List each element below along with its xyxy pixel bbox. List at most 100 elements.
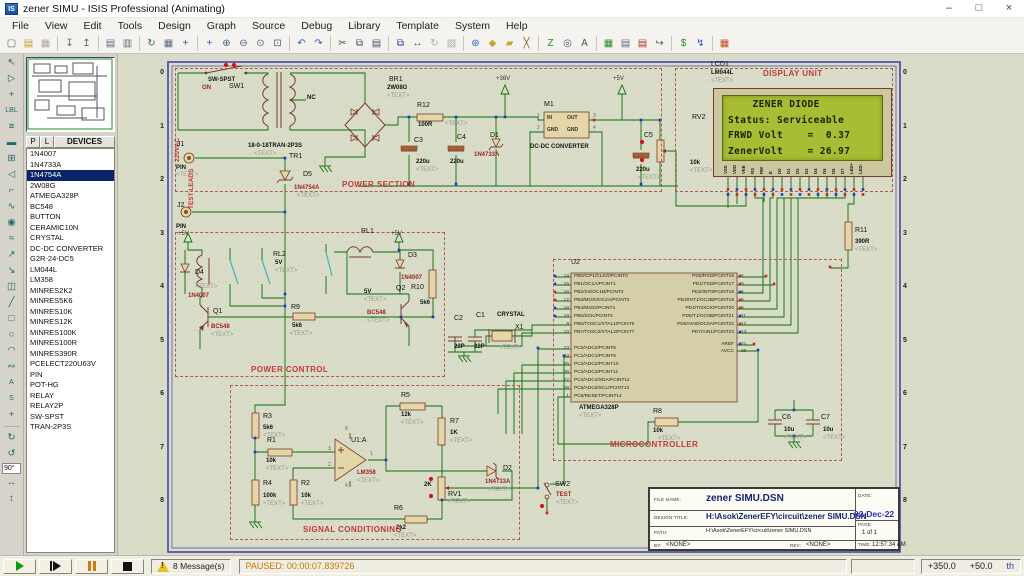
block-move-icon[interactable]: ↔ (410, 35, 426, 51)
step-button[interactable] (39, 559, 72, 574)
zoom-area-icon[interactable]: ⊡ (270, 35, 286, 51)
2d-text-icon[interactable]: A (3, 376, 21, 390)
wire-label-icon[interactable]: LBL (3, 104, 21, 118)
text-script-icon[interactable]: ≡ (3, 120, 21, 134)
new-file-icon[interactable]: ▢ (4, 35, 20, 51)
cut-icon[interactable]: ✂ (335, 35, 351, 51)
device-item[interactable]: SW-SPST (27, 412, 114, 423)
pick-devices-button[interactable]: P (26, 136, 40, 148)
undo-icon[interactable]: ↶ (294, 35, 310, 51)
device-pin-icon[interactable]: ⌐ (3, 184, 21, 198)
rotation-angle-field[interactable]: 90° (2, 463, 21, 474)
block-delete-icon[interactable]: ▨ (444, 35, 460, 51)
device-item[interactable]: MINRES2K2 (27, 286, 114, 297)
block-copy-icon[interactable]: ⧉ (393, 35, 409, 51)
decompose-icon[interactable]: ╳ (519, 35, 535, 51)
2d-arc-icon[interactable]: ◠ (3, 344, 21, 358)
generator-mode-icon[interactable]: ≈ (3, 232, 21, 246)
terminal-mode-icon[interactable]: ◁ (3, 168, 21, 182)
save-file-icon[interactable]: ▦ (38, 35, 54, 51)
device-item[interactable]: CRYSTAL (27, 233, 114, 244)
netlist-to-ares-icon[interactable]: ▦ (717, 35, 733, 51)
device-item[interactable]: MINRES10K (27, 307, 114, 318)
design-explorer-icon[interactable]: ▦ (601, 35, 617, 51)
library-manager-button[interactable]: L (40, 136, 54, 148)
wire-autorouter-icon[interactable]: Z (543, 35, 559, 51)
overview-pane[interactable] (26, 57, 115, 132)
toggle-grid-icon[interactable]: ▦ (161, 35, 177, 51)
device-item[interactable]: MINRES100K (27, 328, 114, 339)
menu-view[interactable]: View (37, 20, 76, 32)
2d-box-icon[interactable]: □ (3, 312, 21, 326)
menu-tools[interactable]: Tools (110, 20, 151, 32)
component-mode-icon[interactable]: ▷ (3, 72, 21, 86)
bus-mode-icon[interactable]: ▬ (3, 136, 21, 150)
device-item[interactable]: PCELECT220U63V (27, 359, 114, 370)
redo-icon[interactable]: ↷ (311, 35, 327, 51)
device-item[interactable]: MINRES12K (27, 317, 114, 328)
menu-file[interactable]: File (4, 20, 37, 32)
play-button[interactable] (3, 559, 36, 574)
subcircuit-icon[interactable]: ⊞ (3, 152, 21, 166)
menu-help[interactable]: Help (498, 20, 536, 32)
device-item[interactable]: LM358 (27, 275, 114, 286)
voltage-probe-icon[interactable]: ↗ (3, 248, 21, 262)
stop-button[interactable] (111, 559, 144, 574)
bill-of-materials-icon[interactable]: $ (676, 35, 692, 51)
device-item[interactable]: MINRES100R (27, 338, 114, 349)
schematic-canvas[interactable]: ZENER DIODEStatus: ServiceableFRWD Volt … (118, 54, 1024, 555)
menu-library[interactable]: Library (340, 20, 388, 32)
selection-tool-icon[interactable]: ↖ (3, 56, 21, 70)
menu-template[interactable]: Template (388, 20, 447, 32)
menu-debug[interactable]: Debug (293, 20, 340, 32)
lcd-display[interactable]: ZENER DIODEStatus: ServiceableFRWD Volt … (713, 88, 892, 177)
export-section-icon[interactable]: ↥ (79, 35, 95, 51)
rotate-anticlockwise-icon[interactable]: ↺ (3, 447, 21, 461)
maximize-icon[interactable]: □ (964, 0, 994, 17)
device-item[interactable]: 2W08G (27, 181, 114, 192)
2d-line-icon[interactable]: ╱ (3, 296, 21, 310)
device-item[interactable]: RELAY2P (27, 401, 114, 412)
device-item[interactable]: ATMEGA328P (27, 191, 114, 202)
copy-icon[interactable]: ⧉ (352, 35, 368, 51)
block-rotate-icon[interactable]: ↻ (427, 35, 443, 51)
device-item[interactable]: RELAY (27, 391, 114, 402)
close-icon[interactable]: × (994, 0, 1024, 17)
junction-dot-icon[interactable]: + (3, 88, 21, 102)
device-item[interactable]: MINRES5K6 (27, 296, 114, 307)
flip-vertical-icon[interactable]: ↕ (3, 492, 21, 506)
flip-horizontal-icon[interactable]: ↔ (3, 476, 21, 490)
virtual-instrument-icon[interactable]: ◫ (3, 280, 21, 294)
menu-graph[interactable]: Graph (199, 20, 244, 32)
search-tags-icon[interactable]: ◎ (560, 35, 576, 51)
message-indicator[interactable]: ! 8 Message(s) (151, 559, 231, 574)
pan-icon[interactable]: + (202, 35, 218, 51)
device-item[interactable]: BC548 (27, 202, 114, 213)
device-item[interactable]: CERAMIC10N (27, 223, 114, 234)
open-folder-icon[interactable]: ▤ (21, 35, 37, 51)
rotate-clockwise-icon[interactable]: ↻ (3, 431, 21, 445)
redraw-icon[interactable]: ↻ (144, 35, 160, 51)
device-item[interactable]: PIN (27, 370, 114, 381)
zoom-all-icon[interactable]: ⊙ (253, 35, 269, 51)
device-item[interactable]: G2R-24-DC5 (27, 254, 114, 265)
make-device-icon[interactable]: ◆ (485, 35, 501, 51)
2d-symbol-icon[interactable]: S (3, 392, 21, 406)
minimize-icon[interactable]: – (934, 0, 964, 17)
device-item[interactable]: POT-HG (27, 380, 114, 391)
tape-recorder-icon[interactable]: ◉ (3, 216, 21, 230)
origin-icon[interactable]: + (178, 35, 194, 51)
menu-system[interactable]: System (447, 20, 498, 32)
print-icon[interactable]: ▤ (103, 35, 119, 51)
device-item[interactable]: LM044L (27, 265, 114, 276)
packaging-tool-icon[interactable]: ▰ (502, 35, 518, 51)
menu-source[interactable]: Source (244, 20, 293, 32)
2d-path-icon[interactable]: ∾ (3, 360, 21, 374)
new-sheet-icon[interactable]: ▤ (618, 35, 634, 51)
remove-sheet-icon[interactable]: ▤ (635, 35, 651, 51)
graph-mode-icon[interactable]: ∿ (3, 200, 21, 214)
device-item[interactable]: BUTTON (27, 212, 114, 223)
property-assignment-icon[interactable]: A (577, 35, 593, 51)
device-item[interactable]: DC-DC CONVERTER (27, 244, 114, 255)
device-item[interactable]: MINRES390R (27, 349, 114, 360)
